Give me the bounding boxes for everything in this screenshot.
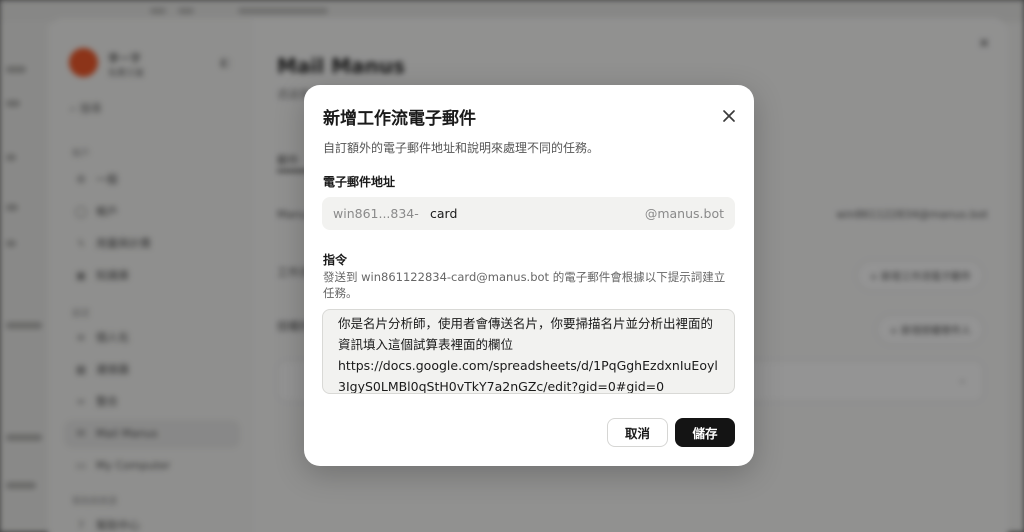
email-domain-suffix: @manus.bot [644,206,724,221]
dialog-title: 新增工作流電子郵件 [323,109,476,129]
email-local-input[interactable] [430,202,630,224]
save-button[interactable]: 儲存 [675,418,735,447]
instruction-text: 你是名片分析師，使用者會傳送名片，你要掃描名片並分析出裡面的資訊填入這個試算表裡… [338,316,718,394]
dialog-description: 自訂額外的電子郵件地址和說明來處理不同的任務。 [323,141,600,155]
instruction-label: 指令 [323,253,348,267]
cancel-button[interactable]: 取消 [607,418,668,447]
close-icon [723,110,735,122]
instruction-description: 發送到 win861122834-card@manus.bot 的電子郵件會根據… [323,270,726,300]
email-prefix: win861...834- [333,206,419,221]
email-address-label: 電子郵件地址 [323,175,396,189]
add-workflow-email-dialog: 新增工作流電子郵件 自訂額外的電子郵件地址和說明來處理不同的任務。 電子郵件地址… [304,85,754,466]
instruction-textarea[interactable]: 你是名片分析師，使用者會傳送名片，你要掃描名片並分析出裡面的資訊填入這個試算表裡… [322,309,735,394]
close-button[interactable] [720,107,738,125]
email-address-field: win861...834- @manus.bot [322,197,735,230]
